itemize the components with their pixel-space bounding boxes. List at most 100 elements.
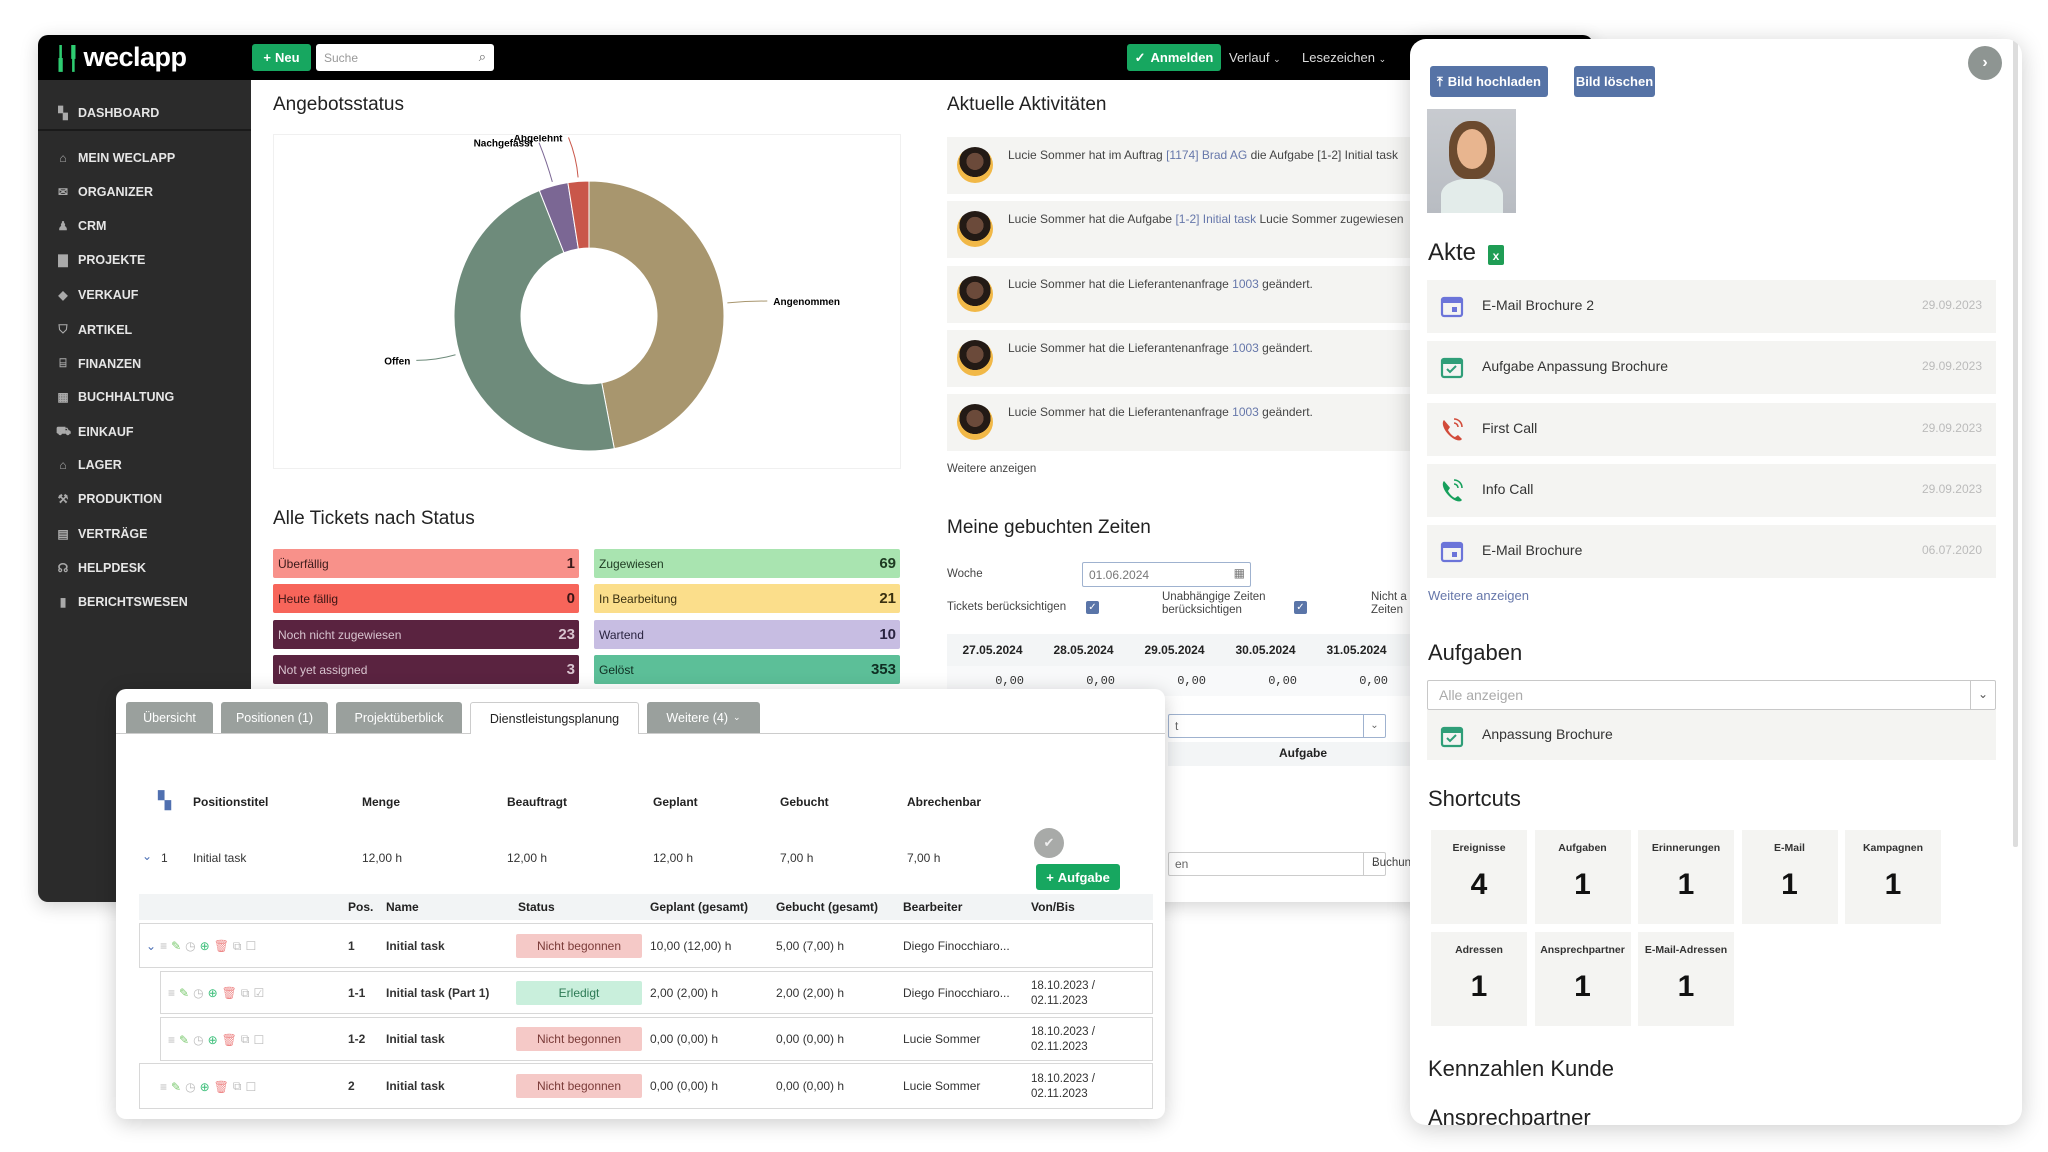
activity-link[interactable]: [1-2] Initial task xyxy=(1175,212,1256,226)
activity-link[interactable]: 1003 xyxy=(1232,341,1259,355)
times-filter-select[interactable]: t ⌄ xyxy=(1168,714,1386,738)
drag-handle-icon[interactable]: ≡ xyxy=(168,1033,175,1047)
tab-projektüberblick[interactable]: Projektüberblick xyxy=(336,702,462,733)
new-button[interactable]: + Neu xyxy=(252,44,311,71)
donut-slice-angenommen[interactable] xyxy=(588,180,725,450)
sidebar-item-einkauf[interactable]: ⛟ EINKAUF xyxy=(56,424,134,440)
drag-handle-icon[interactable]: ≡ xyxy=(160,1080,167,1094)
delete-icon[interactable]: 🗑 xyxy=(214,1080,229,1094)
sidebar-item-berichtswesen[interactable]: ▮ BERICHTSWESEN xyxy=(56,595,188,609)
file-item[interactable]: E-Mail Brochure 06.07.2020 xyxy=(1427,525,1996,579)
activity-item[interactable]: Lucie Sommer hat die Lieferantenanfrage … xyxy=(947,265,1417,323)
sidebar-item-crm[interactable]: ♟ CRM xyxy=(56,219,107,233)
shortcut-tile-kampagnen[interactable]: Kampagnen 1 xyxy=(1845,830,1941,924)
open-external-icon[interactable]: ⧉ xyxy=(241,986,250,1001)
ticket-status-not-yet-assigned[interactable]: Not yet assigned 3 xyxy=(273,655,579,684)
sidebar-item-organizer[interactable]: ✉ ORGANIZER xyxy=(56,185,153,199)
scrollbar[interactable] xyxy=(2013,39,2018,847)
file-item[interactable]: First Call 29.09.2023 xyxy=(1427,402,1996,456)
checkbox[interactable]: ☐ xyxy=(246,939,257,953)
task-name[interactable]: Initial task (Part 1) xyxy=(386,986,489,1000)
weclapp-logo[interactable]: ╽╿ weclapp xyxy=(54,42,187,73)
tasks-filter-select[interactable]: Alle anzeigen ⌄ xyxy=(1427,680,1996,710)
complete-check-button[interactable]: ✔ xyxy=(1034,828,1064,858)
sidebar-item-verkauf[interactable]: ◆ VERKAUF xyxy=(56,288,138,302)
sidebar-item-lager[interactable]: ⌂ LAGER xyxy=(56,458,121,472)
ticket-status-heute-fällig[interactable]: Heute fällig 0 xyxy=(273,584,579,613)
delete-image-button[interactable]: Bild löschen xyxy=(1574,66,1655,97)
open-external-icon[interactable]: ⧉ xyxy=(233,939,242,954)
timer-icon[interactable]: ◷ xyxy=(193,986,203,1000)
sidebar-item-verträge[interactable]: ▤ VERTRÄGE xyxy=(56,527,147,541)
shortcut-tile-aufgaben[interactable]: Aufgaben 1 xyxy=(1534,830,1631,924)
edit-icon[interactable]: ✎ xyxy=(179,1033,189,1047)
open-external-icon[interactable]: ⧉ xyxy=(241,1032,250,1047)
shortcut-tile-ereignisse[interactable]: Ereignisse 4 xyxy=(1431,830,1527,924)
activity-link[interactable]: 1003 xyxy=(1232,405,1259,419)
timer-icon[interactable]: ◷ xyxy=(185,1080,195,1094)
add-task-button[interactable]: + Aufgabe xyxy=(1036,864,1120,890)
history-menu[interactable]: Verlauf ⌄ xyxy=(1229,50,1281,65)
task-name[interactable]: Initial task xyxy=(386,1032,445,1046)
activity-item[interactable]: Lucie Sommer hat die Aufgabe [1-2] Initi… xyxy=(947,201,1417,259)
task-row[interactable]: ≡ ✎ ◷ ⊕ 🗑 ⧉ ☑ 1-1 Initial task (Part 1) Erledigt 2… xyxy=(160,971,1153,1014)
delete-icon[interactable]: 🗑 xyxy=(214,939,229,953)
file-item[interactable]: E-Mail Brochure 2 29.09.2023 xyxy=(1427,280,1996,333)
collapse-panel-button[interactable]: › xyxy=(1968,46,2002,80)
sidebar-item-mein-weclapp[interactable]: ⌂ MEIN WECLAPP xyxy=(56,151,175,165)
chevron-down-icon[interactable]: ⌄ xyxy=(146,939,156,953)
task-name[interactable]: Initial task xyxy=(386,939,445,953)
shortcut-tile-erinnerungen[interactable]: Erinnerungen 1 xyxy=(1638,830,1734,924)
task-row[interactable]: ⌄ ≡ ✎ ◷ ⊕ 🗑 ⧉ ☐ 1 Initial task Nicht begonnen 10,00… xyxy=(139,923,1153,968)
sidebar-item-finanzen[interactable]: ⌸ FINANZEN xyxy=(56,356,141,371)
edit-icon[interactable]: ✎ xyxy=(171,1080,181,1094)
drag-handle-icon[interactable]: ≡ xyxy=(160,939,167,953)
shortcut-tile-adressen[interactable]: Adressen 1 xyxy=(1431,932,1527,1026)
tab-positionen[interactable]: Positionen (1) xyxy=(221,702,328,733)
ticket-status-gelöst[interactable]: Gelöst 353 xyxy=(594,655,900,684)
activity-item[interactable]: Lucie Sommer hat die Lieferantenanfrage … xyxy=(947,329,1417,387)
login-button[interactable]: ✓ Anmelden xyxy=(1127,44,1221,71)
activity-item[interactable]: Lucie Sommer hat die Lieferantenanfrage … xyxy=(947,394,1417,452)
tab-dienstleistungsplanung[interactable]: Dienstleistungsplanung xyxy=(470,702,639,734)
add-circle-icon[interactable]: ⊕ xyxy=(208,986,218,1000)
checkbox[interactable]: ☐ xyxy=(253,1033,264,1047)
tickets-consider-checkbox[interactable]: ✓ xyxy=(1086,601,1099,614)
task-item[interactable]: Anpassung Brochure xyxy=(1427,710,1996,760)
tab-übersicht[interactable]: Übersicht xyxy=(126,702,213,733)
open-external-icon[interactable]: ⧉ xyxy=(233,1079,242,1094)
week-date-input[interactable]: 01.06.2024 ▦ xyxy=(1082,562,1251,587)
activity-link[interactable]: 1003 xyxy=(1232,277,1259,291)
activity-link[interactable]: [1174] Brad AG xyxy=(1166,148,1247,162)
excel-export-icon[interactable]: x xyxy=(1488,245,1504,265)
shortcut-tile-e-mail-adressen[interactable]: E-Mail-Adressen 1 xyxy=(1638,932,1734,1026)
sidebar-item-artikel[interactable]: ⛉ ARTIKEL xyxy=(56,322,132,337)
bookmarks-menu[interactable]: Lesezeichen ⌄ xyxy=(1302,50,1386,65)
activities-more-link[interactable]: Weitere anzeigen xyxy=(947,463,1036,475)
edit-icon[interactable]: ✎ xyxy=(179,986,189,1000)
task-row[interactable]: ≡ ✎ ◷ ⊕ 🗑 ⧉ ☐ 1-2 Initial task Nicht begonnen 0,00… xyxy=(160,1017,1153,1061)
shortcut-tile-e-mail[interactable]: E-Mail 1 xyxy=(1741,830,1838,924)
chevron-down-icon[interactable]: ⌄ xyxy=(142,849,152,863)
shortcut-tile-ansprechpartner[interactable]: Ansprechpartner 1 xyxy=(1534,932,1631,1026)
timer-icon[interactable]: ◷ xyxy=(185,939,195,953)
ticket-status-noch-nicht-zugewiesen[interactable]: Noch nicht zugewiesen 23 xyxy=(273,620,579,649)
delete-icon[interactable]: 🗑 xyxy=(222,1033,237,1047)
add-circle-icon[interactable]: ⊕ xyxy=(200,1080,210,1094)
ticket-status-wartend[interactable]: Wartend 10 xyxy=(594,620,900,649)
task-row[interactable]: ≡ ✎ ◷ ⊕ 🗑 ⧉ ☐ 2 Initial task Nicht begonnen 0,00 (… xyxy=(139,1063,1153,1109)
delete-icon[interactable]: 🗑 xyxy=(222,986,237,1000)
activity-item[interactable]: Lucie Sommer hat im Auftrag [1174] Brad … xyxy=(947,137,1417,194)
file-more-link[interactable]: Weitere anzeigen xyxy=(1428,588,1529,603)
checkbox[interactable]: ☐ xyxy=(245,1080,256,1094)
sidebar-item-produktion[interactable]: ⚒ PRODUKTION xyxy=(56,492,162,506)
ticket-status-zugewiesen[interactable]: Zugewiesen 69 xyxy=(594,549,900,578)
checkbox[interactable]: ☑ xyxy=(253,986,264,1000)
sidebar-item-dashboard[interactable]: ▚ DASHBOARD xyxy=(56,106,159,120)
task-name[interactable]: Initial task xyxy=(386,1079,445,1093)
booking-filter-select[interactable]: en ⌄ xyxy=(1168,852,1386,876)
timer-icon[interactable]: ◷ xyxy=(193,1033,203,1047)
file-item[interactable]: Info Call 29.09.2023 xyxy=(1427,463,1996,517)
calendar-icon[interactable]: ▦ xyxy=(1234,566,1245,580)
sidebar-item-helpdesk[interactable]: ☊ HELPDESK xyxy=(56,561,146,575)
